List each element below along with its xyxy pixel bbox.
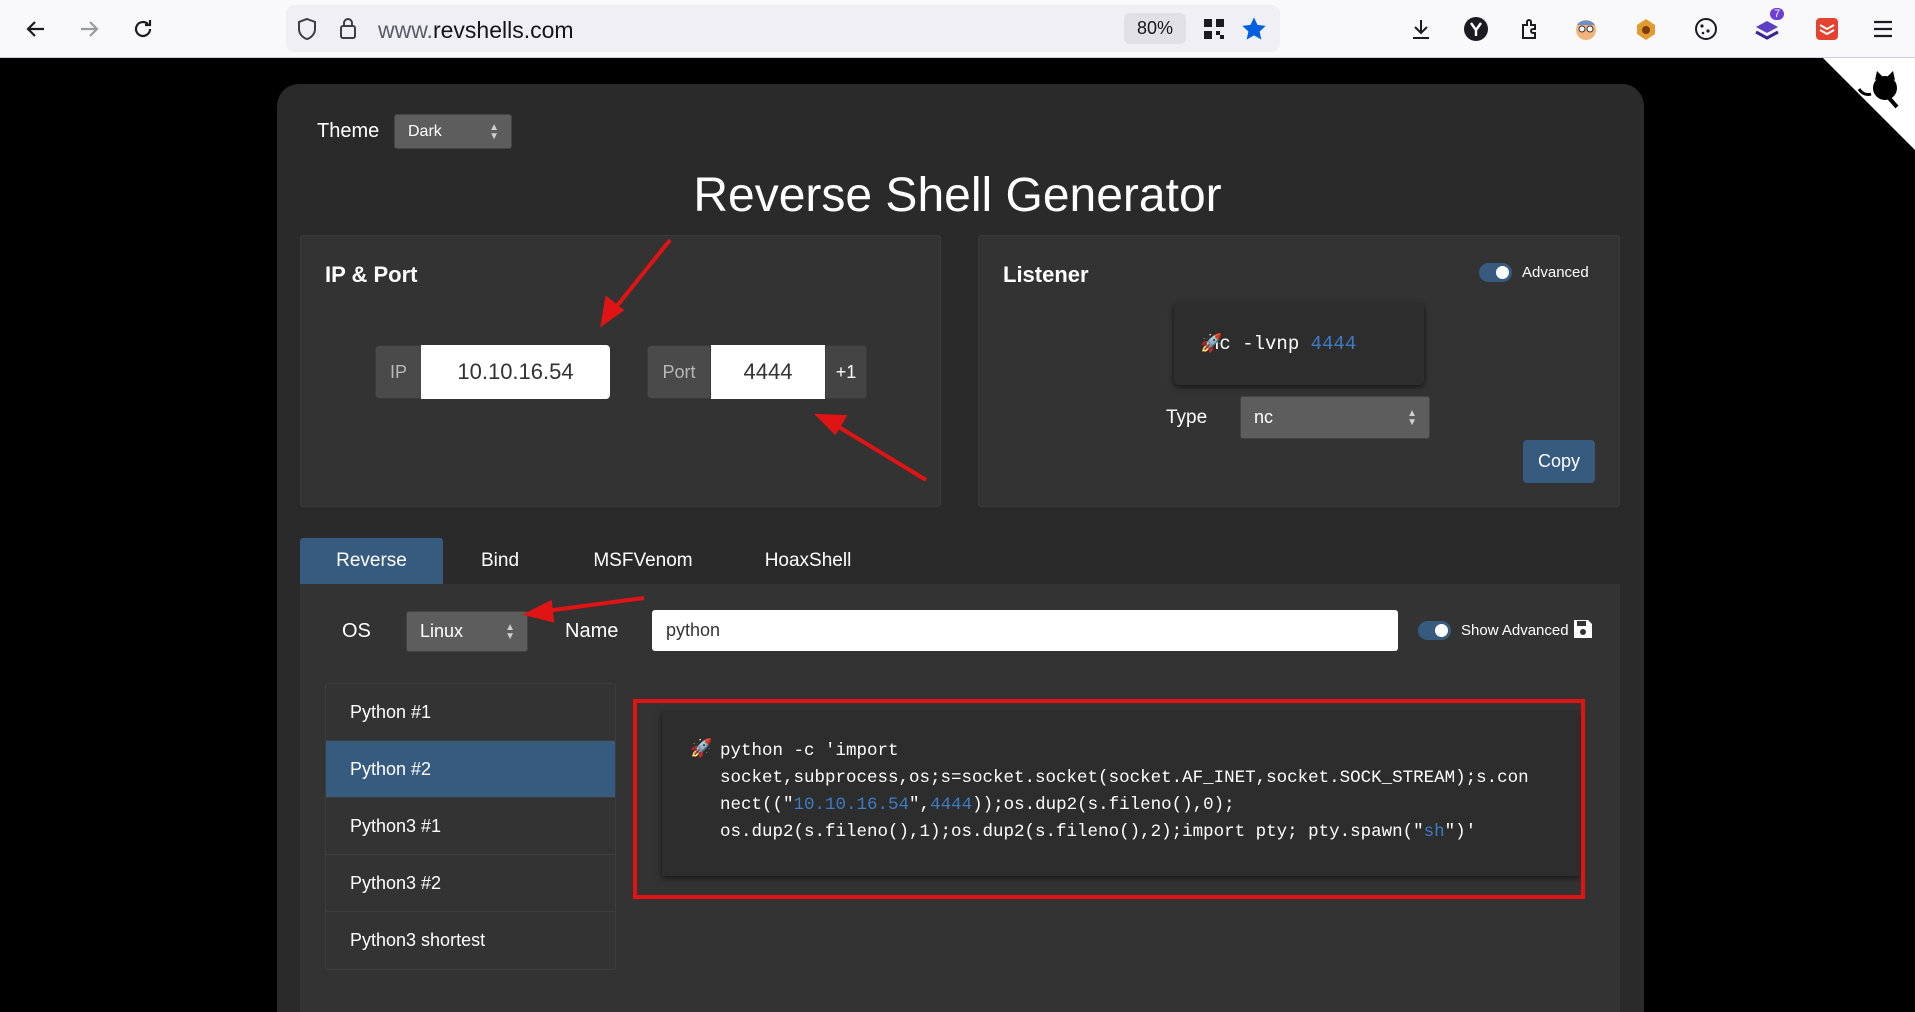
url-bar[interactable]: www.revshells.com 80% xyxy=(286,5,1280,52)
download-icon[interactable] xyxy=(1404,12,1438,46)
listener-title: Listener xyxy=(1003,262,1089,287)
shield-icon[interactable] xyxy=(296,17,318,46)
list-item[interactable]: Python #1 xyxy=(326,684,615,741)
listener-command-text: nc -lvnp xyxy=(1208,333,1311,355)
browser-toolbar: www.revshells.com 80% 7 xyxy=(0,0,1915,58)
extension-icon[interactable] xyxy=(1569,12,1603,46)
reload-icon[interactable] xyxy=(126,12,160,46)
page-title: Reverse Shell Generator xyxy=(693,169,1222,222)
name-label: Name xyxy=(565,620,619,642)
select-caret-icon: ▲ ▼ xyxy=(489,121,499,142)
zoom-level-badge[interactable]: 80% xyxy=(1124,13,1186,44)
list-item[interactable]: Python #2 xyxy=(326,741,615,798)
theme-select[interactable]: Dark ▲ ▼ xyxy=(394,114,512,149)
copy-listener-button[interactable]: Copy xyxy=(1523,440,1595,483)
url-text[interactable]: www.revshells.com xyxy=(378,17,574,44)
tab-reverse[interactable]: Reverse xyxy=(300,538,443,584)
forward-arrow-icon[interactable] xyxy=(72,12,106,46)
listener-command-port: 4444 xyxy=(1310,333,1357,355)
qr-icon[interactable] xyxy=(1202,17,1226,46)
cookie-icon[interactable] xyxy=(1689,12,1723,46)
type-label: Type xyxy=(1166,407,1208,428)
tab-hoaxshell[interactable]: HoaxShell xyxy=(742,538,874,584)
annotation-highlight-box xyxy=(633,699,1585,899)
puzzle-icon[interactable] xyxy=(1514,12,1548,46)
ip-input[interactable]: 10.10.16.54 xyxy=(421,345,610,399)
menu-icon[interactable] xyxy=(1866,12,1900,46)
os-select-value: Linux xyxy=(420,621,464,641)
ip-port-title: IP & Port xyxy=(325,262,418,287)
os-label: OS xyxy=(342,620,371,642)
back-arrow-icon[interactable] xyxy=(19,12,53,46)
listener-type-select[interactable]: nc ▲ ▼ xyxy=(1240,396,1430,439)
github-corner[interactable] xyxy=(1823,58,1915,150)
listener-type-value: nc xyxy=(1254,407,1274,427)
port-input[interactable]: 4444 xyxy=(711,345,825,399)
extension-badge: 7 xyxy=(1770,8,1785,20)
tab-bind[interactable]: Bind xyxy=(443,538,557,584)
theme-select-value: Dark xyxy=(408,122,442,140)
listener-command[interactable]: 🚀 nc -lvnp 4444 xyxy=(1174,303,1424,385)
extension-icon[interactable] xyxy=(1629,12,1663,46)
select-caret-icon: ▲ ▼ xyxy=(1407,407,1417,428)
rocket-icon: 🚀 xyxy=(1200,335,1223,355)
list-item[interactable]: Python3 shortest xyxy=(326,912,615,969)
tab-msfvenom[interactable]: MSFVenom xyxy=(576,538,710,584)
name-filter-input[interactable]: python xyxy=(652,610,1398,651)
todoist-icon[interactable] xyxy=(1810,12,1844,46)
show-advanced-label: Show Advanced xyxy=(1461,622,1569,639)
list-item[interactable]: Python3 #1 xyxy=(326,798,615,855)
advanced-label: Advanced xyxy=(1522,264,1589,281)
lock-icon[interactable] xyxy=(338,16,358,45)
extension-icon[interactable]: 7 xyxy=(1750,8,1785,46)
show-advanced-toggle[interactable] xyxy=(1418,621,1451,640)
ip-label: IP xyxy=(375,345,422,399)
advanced-toggle[interactable] xyxy=(1479,263,1512,282)
select-caret-icon: ▲ ▼ xyxy=(505,621,515,642)
star-icon[interactable] xyxy=(1240,15,1268,48)
y-icon[interactable] xyxy=(1459,12,1493,46)
theme-label: Theme xyxy=(317,120,380,142)
port-label: Port xyxy=(647,345,711,399)
port-increment-button[interactable]: +1 xyxy=(825,345,867,399)
shell-list: Python #1 Python #2 Python3 #1 Python3 #… xyxy=(325,683,616,970)
os-select[interactable]: Linux ▲ ▼ xyxy=(406,611,528,652)
list-item[interactable]: Python3 #2 xyxy=(326,855,615,912)
save-icon[interactable] xyxy=(1572,618,1594,645)
